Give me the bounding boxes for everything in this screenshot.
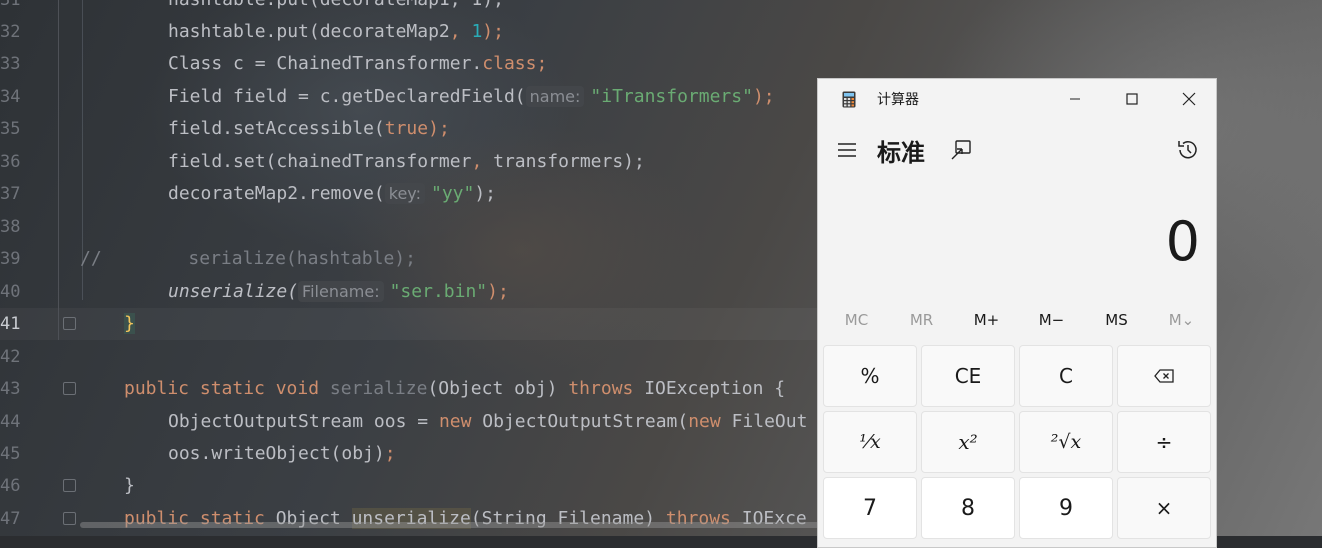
parameter-hint: key: xyxy=(384,183,425,204)
fold-marker-icon[interactable] xyxy=(63,382,76,395)
line-number: 32 xyxy=(0,22,21,42)
code-line: hashtable.put(decorateMap2, 1); xyxy=(168,21,504,42)
title-bar[interactable]: 计算器 xyxy=(818,79,1216,119)
clear-button[interactable]: C xyxy=(1019,345,1113,407)
multiply-button[interactable]: × xyxy=(1117,477,1211,539)
minimize-button[interactable] xyxy=(1046,79,1103,119)
code-line: Class c = ChainedTransformer.class; xyxy=(168,53,548,74)
line-number: 38 xyxy=(0,217,21,237)
memory-row: MC MR M+ M− MS M⌄ xyxy=(824,305,1214,335)
calculator-header: 标准 xyxy=(818,131,1216,171)
square-button[interactable]: x² xyxy=(921,411,1015,473)
gutter-separator xyxy=(58,0,59,340)
line-number: 34 xyxy=(0,87,21,107)
keep-on-top-icon[interactable] xyxy=(950,139,972,161)
line-number: 43 xyxy=(0,379,21,399)
fold-marker-icon[interactable] xyxy=(63,479,76,492)
close-button[interactable] xyxy=(1160,79,1216,119)
square-root-icon: ²√x xyxy=(1050,431,1082,453)
line-number: 31 xyxy=(0,0,21,10)
close-icon xyxy=(1182,92,1195,106)
percent-button[interactable]: % xyxy=(823,345,917,407)
backspace-icon xyxy=(1154,369,1174,383)
code-line: public static void serialize(Object obj)… xyxy=(124,378,786,399)
reciprocal-button[interactable]: ¹⁄x xyxy=(823,411,917,473)
code-line: } xyxy=(124,475,135,496)
line-number: 42 xyxy=(0,347,21,367)
current-line-highlight xyxy=(0,308,820,340)
mode-title: 标准 xyxy=(877,139,925,167)
code-line: ObjectOutputStream oos = new ObjectOutpu… xyxy=(168,411,808,432)
clear-entry-button[interactable]: CE xyxy=(921,345,1015,407)
reciprocal-icon: ¹⁄x xyxy=(859,431,881,453)
backspace-button[interactable] xyxy=(1117,345,1211,407)
line-number: 35 xyxy=(0,119,21,139)
code-line: unserialize(Filename: "ser.bin"); xyxy=(168,281,509,302)
code-line: decorateMap2.remove(key: "yy"); xyxy=(168,183,497,204)
comment-line: // serialize(hashtable); xyxy=(80,248,416,269)
memory-add-button[interactable]: M+ xyxy=(954,305,1019,335)
code-line: field.set(chainedTransformer, transforme… xyxy=(168,151,645,172)
line-number-current: 41 xyxy=(0,314,21,334)
matched-brace: } xyxy=(124,313,135,334)
code-line: public static Object unserialize(String … xyxy=(124,508,807,529)
code-line: field.setAccessible(true); xyxy=(168,118,450,139)
divide-button[interactable]: ÷ xyxy=(1117,411,1211,473)
digit-9-button[interactable]: 9 xyxy=(1019,477,1113,539)
code-line-current: } xyxy=(124,308,135,340)
calculator-app-icon xyxy=(842,91,856,108)
fold-marker-icon[interactable] xyxy=(63,512,76,525)
maximize-button[interactable] xyxy=(1103,79,1160,119)
hamburger-menu-icon[interactable] xyxy=(836,139,858,161)
calculator-window[interactable]: 计算器 标准 0 MC MR M+ M− MS M⌄ % CE C ¹⁄x x²… xyxy=(817,78,1217,548)
line-number: 36 xyxy=(0,152,21,172)
line-number: 46 xyxy=(0,476,21,496)
digit-7-button[interactable]: 7 xyxy=(823,477,917,539)
digit-8-button[interactable]: 8 xyxy=(921,477,1015,539)
line-number: 33 xyxy=(0,54,21,74)
memory-clear-button[interactable]: MC xyxy=(824,305,889,335)
memory-list-button[interactable]: M⌄ xyxy=(1149,305,1214,335)
code-line: hashtable.put(decorateMap1, 1); xyxy=(168,0,504,16)
code-line: Field field = c.getDeclaredField(name: "i… xyxy=(168,86,775,107)
parameter-hint: name: xyxy=(525,86,585,107)
line-number: 39 xyxy=(0,249,21,269)
fold-marker-icon[interactable] xyxy=(63,317,76,330)
memory-subtract-button[interactable]: M− xyxy=(1019,305,1084,335)
horizontal-scrollbar[interactable] xyxy=(80,522,820,528)
history-icon[interactable] xyxy=(1176,138,1200,162)
line-number: 40 xyxy=(0,282,21,302)
minimize-icon xyxy=(1069,98,1080,100)
square-icon: x² xyxy=(958,430,978,454)
window-title: 计算器 xyxy=(877,92,919,108)
line-number: 37 xyxy=(0,184,21,204)
line-number: 47 xyxy=(0,509,21,529)
result-display: 0 xyxy=(1165,210,1200,273)
memory-recall-button[interactable]: MR xyxy=(889,305,954,335)
maximize-icon xyxy=(1125,93,1138,105)
memory-store-button[interactable]: MS xyxy=(1084,305,1149,335)
parameter-hint: Filename: xyxy=(298,281,384,302)
line-number: 45 xyxy=(0,444,21,464)
code-line: oos.writeObject(obj); xyxy=(168,443,396,464)
square-root-button[interactable]: ²√x xyxy=(1019,411,1113,473)
line-number: 44 xyxy=(0,412,21,432)
